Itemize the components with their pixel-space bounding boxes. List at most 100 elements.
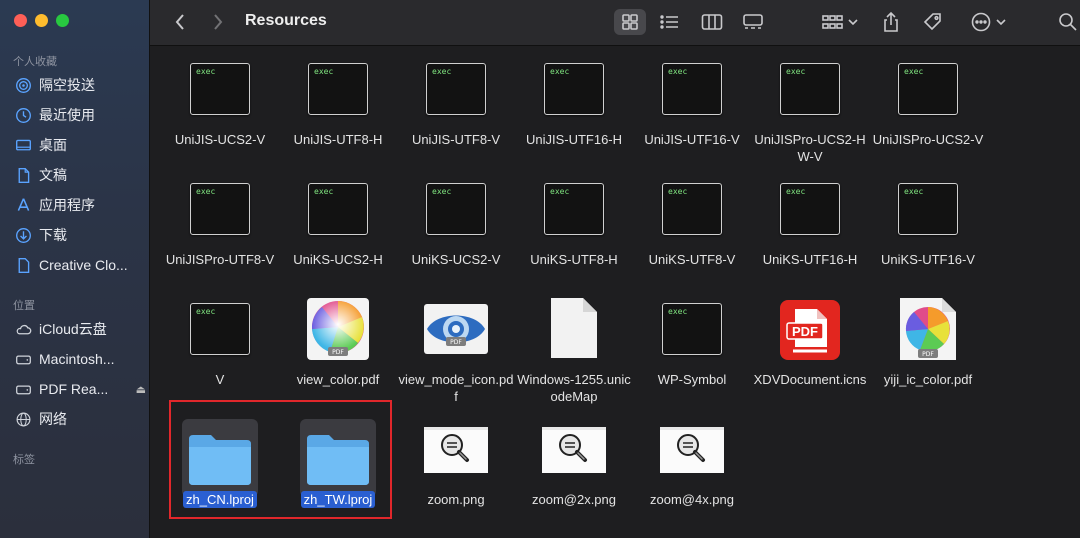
magnifier-image-icon: [424, 427, 488, 478]
color-pdf-icon: PDF: [898, 297, 958, 366]
file-label: zoom@4x.png: [633, 491, 751, 508]
exec-file-icon: exec: [308, 183, 368, 235]
svg-text:PDF: PDF: [332, 349, 344, 356]
exec-badge: exec: [904, 187, 924, 196]
sidebar-item-label: Creative Clo...: [39, 257, 128, 273]
exec-badge: exec: [432, 67, 452, 76]
sidebar-item-label: PDF Rea...: [39, 381, 109, 397]
chevron-right-icon: [214, 14, 223, 30]
disk-icon: [14, 350, 32, 368]
file-name: V: [215, 372, 225, 387]
file-label: UniKS-UTF8-V: [633, 251, 751, 268]
forward-button[interactable]: [208, 9, 228, 35]
exec-badge: exec: [432, 187, 452, 196]
sidebar-item-creative-cloud[interactable]: Creative Clo...: [14, 254, 146, 276]
sidebar-item-airdrop[interactable]: 隔空投送: [14, 74, 146, 96]
airdrop-icon: [14, 76, 32, 94]
list-icon: [660, 15, 678, 29]
sidebar-item-label: 应用程序: [39, 197, 95, 213]
file-label: WP-Symbol: [633, 371, 751, 388]
column-view-button[interactable]: [697, 9, 727, 35]
exec-badge: exec: [550, 187, 570, 196]
sidebar-item-label: 文稿: [39, 167, 67, 183]
file-label: UniKS-UTF16-H: [751, 251, 869, 268]
exec-file-icon: exec: [780, 63, 840, 115]
exec-badge: exec: [196, 307, 216, 316]
file-label: UniKS-UTF8-H: [515, 251, 633, 268]
file-name: UniKS-UCS2-H: [293, 252, 383, 267]
desktop-icon: [14, 136, 32, 154]
eject-icon[interactable]: ⏏: [136, 383, 146, 396]
file-label: zoom.png: [397, 491, 515, 508]
exec-badge: exec: [196, 187, 216, 196]
ellipsis-circle-icon: [971, 12, 1006, 32]
group-by-button[interactable]: [818, 9, 862, 35]
exec-file-icon: exec: [190, 183, 250, 235]
file-name: UniJISPro-UCS2-V: [872, 132, 984, 147]
close-window-icon[interactable]: [14, 14, 27, 27]
zoom-window-icon[interactable]: [56, 14, 69, 27]
list-view-button[interactable]: [655, 9, 685, 35]
file-label: UniKS-UCS2-V: [397, 251, 515, 268]
tags-button[interactable]: [918, 9, 948, 35]
sidebar-item-label: 隔空投送: [39, 77, 95, 93]
file-label: XDVDocument.icns: [751, 371, 869, 388]
color-pdf-icon: PDF: [306, 297, 370, 366]
sidebar-item-recents[interactable]: 最近使用: [14, 104, 146, 126]
sidebar-item-documents[interactable]: 文稿: [14, 164, 146, 186]
icloud-icon: [14, 320, 32, 338]
file-label: UniKS-UTF16-V: [869, 251, 987, 268]
sidebar-item-pdf-reader[interactable]: PDF Rea... ⏏: [14, 378, 146, 400]
icon-view-button[interactable]: [614, 9, 646, 35]
document-icon: [14, 256, 32, 274]
chevron-left-icon: [175, 14, 184, 30]
downloads-icon: [14, 226, 32, 244]
exec-file-icon: exec: [190, 303, 250, 355]
file-name: UniJISPro-UCS2-HW-V: [754, 132, 866, 164]
sidebar-item-downloads[interactable]: 下载: [14, 224, 146, 246]
applications-icon: [14, 196, 32, 214]
file-label: UniJIS-UTF16-H: [515, 131, 633, 148]
sidebar-item-network[interactable]: 网络: [14, 408, 146, 430]
favorites-section-label: 个人收藏: [13, 56, 57, 68]
documents-icon: [14, 166, 32, 184]
back-button[interactable]: [170, 9, 190, 35]
folder-icon: [305, 433, 371, 490]
sidebar-item-macintosh[interactable]: Macintosh...: [14, 348, 146, 370]
file-label: yiji_ic_color.pdf: [869, 371, 987, 388]
tags-section-label: 标签: [13, 454, 35, 466]
minimize-window-icon[interactable]: [35, 14, 48, 27]
svg-text:PDF: PDF: [450, 339, 462, 346]
file-name: UniJIS-UTF16-H: [525, 132, 623, 147]
share-icon: [884, 11, 898, 32]
sidebar: 个人收藏 隔空投送 最近使用 桌面 文稿 应用程序 下载 Creative Cl…: [0, 0, 150, 538]
search-icon: [1059, 13, 1077, 31]
search-button[interactable]: [1056, 9, 1080, 35]
sidebar-item-applications[interactable]: 应用程序: [14, 194, 146, 216]
columns-icon: [701, 14, 723, 30]
sidebar-item-desktop[interactable]: 桌面: [14, 134, 146, 156]
exec-file-icon: exec: [190, 63, 250, 115]
eye-pdf-icon: PDF: [423, 303, 489, 360]
exec-file-icon: exec: [426, 183, 486, 235]
file-name: view_mode_icon.pdf: [398, 372, 514, 404]
sidebar-item-label: iCloud云盘: [39, 321, 107, 337]
file-name: UniKS-UCS2-V: [411, 252, 501, 267]
share-button[interactable]: [878, 9, 904, 35]
gallery-icon: [743, 14, 763, 29]
file-label: view_mode_icon.pdf: [397, 371, 515, 405]
more-actions-button[interactable]: [968, 9, 1012, 35]
exec-file-icon: exec: [662, 303, 722, 355]
network-icon: [14, 410, 32, 428]
gallery-view-button[interactable]: [738, 9, 768, 35]
file-name: UniKS-UTF8-H: [530, 252, 618, 267]
file-name: zoom@2x.png: [531, 492, 617, 507]
exec-file-icon: exec: [426, 63, 486, 115]
tag-icon: [923, 13, 941, 31]
exec-badge: exec: [786, 67, 806, 76]
sidebar-item-icloud[interactable]: iCloud云盘: [14, 318, 146, 340]
file-name: zoom.png: [427, 492, 485, 507]
file-label: V: [161, 371, 279, 388]
file-name: UniJISPro-UTF8-V: [165, 252, 275, 267]
exec-file-icon: exec: [662, 183, 722, 235]
